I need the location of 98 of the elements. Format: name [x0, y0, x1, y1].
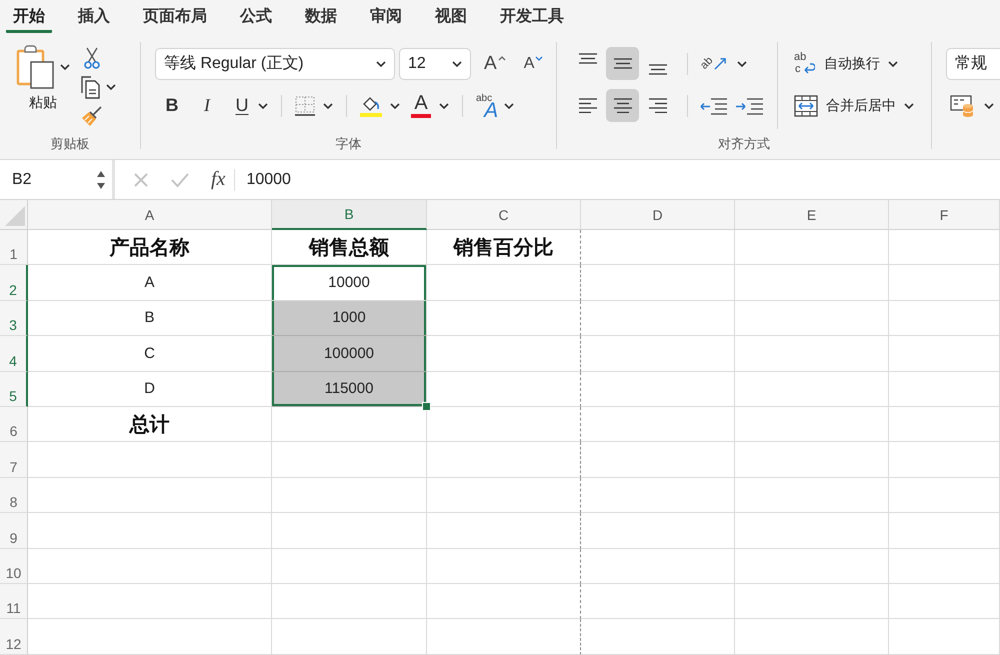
caret-icon: [376, 60, 386, 66]
align-bottom-icon: [648, 64, 668, 75]
table-cell: 10000: [272, 265, 427, 301]
caret-icon: [888, 60, 898, 66]
triangle-icon: [5, 206, 25, 226]
phonetic-button[interactable]: abcA: [476, 90, 514, 120]
font-style-button[interactable]: B: [158, 90, 186, 120]
font-style-button[interactable]: U: [228, 90, 256, 120]
column-header[interactable]: D: [581, 200, 735, 230]
table-cell: 100000: [272, 336, 427, 372]
align-center-icon: [612, 98, 632, 114]
row-header[interactable]: 2: [0, 265, 28, 301]
return-arrow-icon: [803, 62, 815, 74]
copy-icon: [80, 74, 100, 98]
caret-icon: [737, 60, 748, 66]
group-label: 剪贴板: [50, 135, 90, 153]
font-style-button[interactable]: I: [193, 90, 221, 120]
align-middle-icon: [612, 58, 632, 69]
table-cell: 销售百分比: [427, 230, 581, 266]
align-right-icon: [648, 98, 668, 114]
ribbon-tab[interactable]: 开发工具: [493, 0, 571, 33]
name-box-field[interactable]: B2: [0, 160, 92, 199]
orientation-button[interactable]: ab: [699, 48, 750, 78]
font-size-dropdown[interactable]: 12: [399, 48, 471, 80]
table-cell: 产品名称: [28, 230, 272, 266]
align-center-button[interactable]: [606, 89, 639, 122]
row-header[interactable]: 5: [0, 372, 28, 407]
row-header[interactable]: 10: [0, 548, 28, 584]
row-header[interactable]: 11: [0, 584, 28, 620]
row-header[interactable]: 3: [0, 300, 28, 336]
caret-icon: [60, 64, 70, 70]
merge-cells-icon: [794, 94, 818, 116]
borders-icon: [295, 96, 315, 116]
ribbon-tab[interactable]: 视图: [428, 0, 474, 33]
color-swatch-icon: [411, 114, 431, 118]
caret-icon: [904, 102, 914, 108]
diagonal-arrow-icon: [714, 57, 728, 70]
group-label: 对齐方式: [718, 135, 770, 153]
row-header[interactable]: 4: [0, 336, 28, 372]
row-header[interactable]: 6: [0, 406, 28, 442]
scissors-icon[interactable]: [83, 46, 101, 68]
paintbrush-icon[interactable]: [81, 104, 103, 126]
table-cell: 1000: [272, 300, 427, 336]
ribbon-tab[interactable]: 审阅: [363, 0, 409, 33]
font-color-button[interactable]: A: [411, 90, 449, 120]
ribbon-tab[interactable]: 页面布局: [136, 0, 214, 33]
row-header[interactable]: 12: [0, 619, 28, 655]
number-format-dropdown[interactable]: 常规: [946, 48, 1000, 80]
table-cell: 115000: [272, 372, 427, 407]
column-header[interactable]: B: [272, 200, 427, 230]
row-header[interactable]: 9: [0, 513, 28, 549]
copy-button[interactable]: [80, 74, 116, 99]
row-header[interactable]: 7: [0, 442, 28, 478]
caret-icon: [984, 102, 994, 108]
formula-field[interactable]: 10000: [246, 164, 1000, 194]
decrease-indent-icon[interactable]: [699, 96, 729, 116]
caret-icon: [106, 84, 116, 90]
align-top-icon: [578, 53, 598, 64]
increase-indent-icon[interactable]: [735, 96, 765, 116]
group-label: 字体: [336, 135, 362, 153]
font-name-dropdown[interactable]: 等线 Regular (正文): [155, 48, 395, 80]
ribbon-tab[interactable]: 数据: [298, 0, 344, 33]
table-cell: A: [28, 265, 272, 301]
merge-center-button[interactable]: 合并后居中: [792, 90, 916, 120]
table-cell: 总计: [28, 406, 272, 442]
caret-down-icon: [535, 56, 544, 60]
ribbon-tab[interactable]: 公式: [233, 0, 279, 33]
grow-font-button[interactable]: A: [481, 48, 509, 78]
align-left-icon: [578, 98, 598, 114]
clipboard-icon: [16, 45, 56, 89]
caret-icon: [504, 102, 514, 108]
column-header[interactable]: F: [889, 200, 1000, 230]
wrap-text-button[interactable]: ab c 自动换行: [792, 48, 900, 78]
table-cylinder-icon: [950, 94, 976, 118]
row-header[interactable]: 1: [0, 230, 28, 266]
table-cell: 销售总额: [272, 230, 427, 266]
column-header[interactable]: A: [28, 200, 272, 230]
checkmark-icon[interactable]: [171, 172, 189, 188]
spinner-icon[interactable]: [96, 168, 106, 190]
paste-button[interactable]: 粘贴: [16, 45, 70, 113]
table-cell: C: [28, 336, 272, 372]
align-middle-button[interactable]: [606, 47, 639, 80]
caret-icon: [323, 102, 333, 108]
caret-icon: [390, 102, 400, 108]
row-header[interactable]: 8: [0, 478, 28, 514]
table-cell: B: [28, 300, 272, 336]
ribbon-tab[interactable]: 开始: [6, 0, 52, 33]
shrink-font-button[interactable]: A: [520, 48, 546, 78]
table-cell: D: [28, 372, 272, 407]
column-header[interactable]: C: [427, 200, 581, 230]
column-header[interactable]: E: [735, 200, 889, 230]
caret-up-icon: [498, 56, 506, 60]
paint-bucket-icon: [360, 94, 382, 116]
ribbon-tab[interactable]: 插入: [71, 0, 117, 33]
insert-function-button[interactable]: fx: [211, 168, 226, 191]
caret-icon[interactable]: [258, 102, 268, 108]
caret-icon: [452, 60, 462, 66]
caret-icon: [439, 102, 449, 108]
